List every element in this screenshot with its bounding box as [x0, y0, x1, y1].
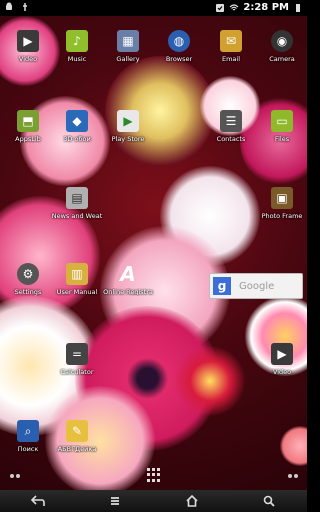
app-gallery[interactable]: ▦ Gallery	[100, 30, 156, 78]
app-search[interactable]: ⌕ Поиск	[0, 420, 56, 468]
abc-icon: ✎	[66, 420, 88, 442]
video-icon: ▶	[17, 30, 39, 52]
home-button[interactable]	[177, 491, 207, 511]
app-photo-frame[interactable]: ▣ Photo Frame	[254, 187, 310, 235]
globe-icon: ◍	[168, 30, 190, 52]
search-icon: ⌕	[17, 420, 39, 442]
app-browser[interactable]: ◍ Browser	[151, 30, 207, 78]
google-logo-icon: g	[213, 277, 231, 295]
calculator-icon: =	[66, 343, 88, 365]
cube-icon: ◆	[66, 110, 88, 132]
menu-button[interactable]	[100, 491, 130, 511]
app-camera[interactable]: ◉ Camera	[254, 30, 310, 78]
app-calculator[interactable]: = Calculator	[49, 343, 105, 391]
folder-icon: ▭	[271, 110, 293, 132]
app-settings[interactable]: ⚙ Settings	[0, 263, 56, 311]
camera-icon: ◉	[271, 30, 293, 52]
app-drawer-button[interactable]	[147, 468, 161, 482]
app-3d-wallpaper[interactable]: ◆ 3D обои	[49, 110, 105, 158]
app-news-weather[interactable]: ▤ News and Weat	[49, 187, 105, 235]
wifi-icon	[229, 3, 239, 10]
clock: 2:28 PM	[243, 2, 289, 13]
contacts-icon: ☰	[220, 110, 242, 132]
battery-icon	[296, 3, 300, 12]
status-bar: 2:28 PM	[0, 0, 307, 16]
app-online-registration[interactable]: A Online Registra	[100, 262, 156, 311]
search-button[interactable]	[254, 491, 284, 511]
email-icon: ✉	[220, 30, 242, 52]
app-contacts[interactable]: ☰ Contacts	[203, 110, 259, 158]
back-button[interactable]	[23, 491, 53, 511]
app-music[interactable]: ♪ Music	[49, 30, 105, 78]
appslib-icon: ⬒	[17, 110, 39, 132]
wallpaper	[0, 16, 307, 490]
photo-frame-icon: ▣	[271, 187, 293, 209]
app-video-2[interactable]: ▶ Video	[254, 343, 310, 391]
video-icon: ▶	[271, 343, 293, 365]
back-icon	[31, 495, 46, 506]
page-dot	[294, 474, 298, 478]
registration-icon: A	[120, 262, 136, 286]
home-icon	[186, 495, 198, 507]
app-files[interactable]: ▭ Files	[254, 110, 310, 158]
music-icon: ♪	[66, 30, 88, 52]
search-icon	[263, 495, 275, 507]
app-email[interactable]: ✉ Email	[203, 30, 259, 78]
android-icon	[6, 2, 12, 10]
page-dot	[288, 474, 292, 478]
settings-icon: ⚙	[17, 263, 39, 285]
news-icon: ▤	[66, 187, 88, 209]
usb-icon	[23, 3, 27, 11]
google-search-placeholder: Google	[239, 280, 275, 292]
page-dot	[10, 474, 14, 478]
menu-icon	[111, 497, 120, 505]
manual-icon: ▥	[66, 263, 88, 285]
app-play-store[interactable]: ▶ Play Store	[100, 110, 156, 158]
google-search-widget[interactable]: g Google	[209, 273, 303, 299]
page-dot	[16, 474, 20, 478]
app-video[interactable]: ▶ Video	[0, 30, 56, 78]
play-store-icon: ▶	[117, 110, 139, 132]
gallery-icon: ▦	[117, 30, 139, 52]
app-appslib[interactable]: ⬒ AppsLib	[0, 110, 56, 158]
app-user-manual[interactable]: ▥ User Manual	[49, 263, 105, 311]
app-abvgdeyka[interactable]: ✎ АБВГДейка	[49, 420, 105, 468]
alarm-icon	[216, 3, 225, 12]
navigation-bar	[0, 490, 307, 512]
